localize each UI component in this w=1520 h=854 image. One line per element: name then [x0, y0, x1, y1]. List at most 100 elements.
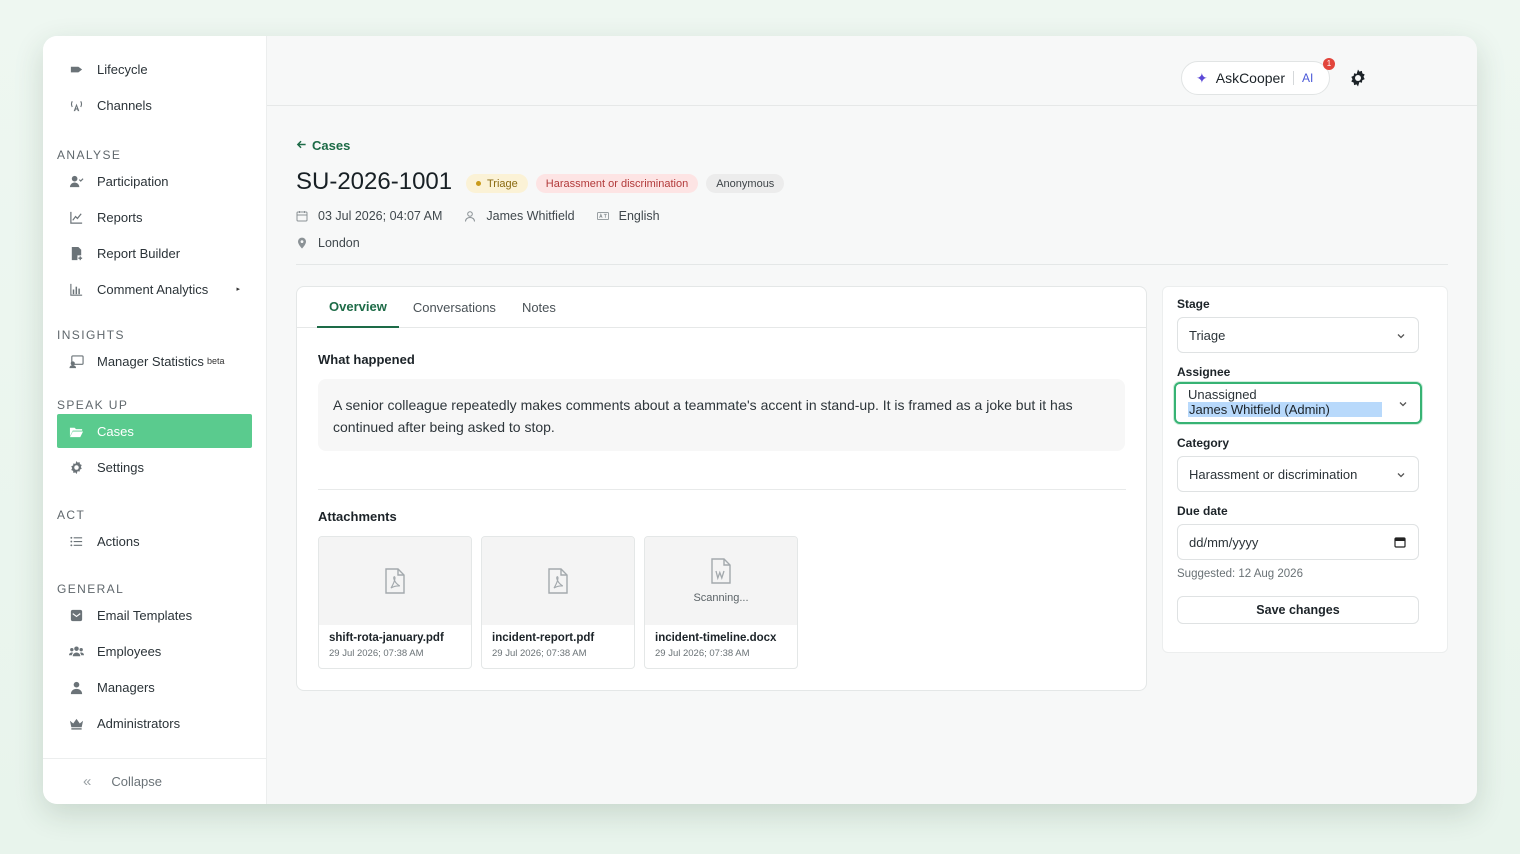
- case-meta: 03 Jul 2026; 04:07 AM James Whitfield En…: [296, 209, 682, 223]
- stage-badge: Triage: [466, 174, 528, 193]
- sidebar-item-label: Actions: [97, 533, 140, 549]
- sidebar-item-label: Reports: [97, 209, 143, 225]
- attachment-date: 29 Jul 2026; 07:38 AM: [655, 648, 750, 659]
- list-icon: [67, 532, 85, 550]
- sidebar-item-label: Employees: [97, 643, 162, 659]
- attachment-thumbnail: [319, 537, 471, 625]
- beta-badge: beta: [206, 356, 225, 366]
- sidebar-item-cases[interactable]: Cases: [57, 414, 252, 448]
- sidebar: Lifecycle Channels ANALYSE Participation…: [43, 36, 267, 804]
- sidebar-item-actions[interactable]: Actions: [57, 524, 252, 558]
- assignee-option-unassigned[interactable]: Unassigned: [1188, 387, 1420, 402]
- save-changes-button[interactable]: Save changes: [1177, 596, 1419, 624]
- channels-icon: [67, 96, 85, 114]
- sidebar-item-label: Administrators: [97, 715, 181, 731]
- pdf-file-icon: [548, 568, 568, 594]
- suggested-due-date: Suggested: 12 Aug 2026: [1177, 568, 1303, 580]
- sidebar-item-employees[interactable]: Employees: [57, 634, 252, 668]
- tab-conversations[interactable]: Conversations: [401, 287, 508, 328]
- back-label: Cases: [312, 138, 351, 153]
- sidebar-item-label: Cases: [97, 423, 134, 439]
- user-icon: [67, 678, 85, 696]
- assignee-option-selected[interactable]: James Whitfield (Admin): [1188, 402, 1382, 417]
- top-bar: ✦ AskCooper AI 1 AM: [267, 36, 1477, 106]
- section-label-speak-up: SPEAK UP: [57, 398, 129, 412]
- assignee-select[interactable]: Unassigned James Whitfield (Admin): [1174, 382, 1422, 424]
- sidebar-item-reports[interactable]: Reports: [57, 200, 252, 234]
- header-divider: [296, 264, 1448, 265]
- case-date: 03 Jul 2026; 04:07 AM: [296, 209, 442, 223]
- case-properties-panel: Stage Triage Assignee Unassigned James W…: [1162, 286, 1448, 653]
- case-language-value: English: [618, 209, 660, 223]
- arrow-left-icon: [296, 138, 307, 153]
- attachment-card[interactable]: shift-rota-january.pdf 29 Jul 2026; 07:3…: [318, 536, 472, 669]
- sidebar-item-label: Channels: [97, 97, 152, 113]
- overview-card: Overview Conversations Notes What happen…: [296, 286, 1147, 691]
- back-to-cases-link[interactable]: Cases: [296, 138, 350, 153]
- chevron-right-icon: ▸: [236, 286, 240, 293]
- notification-badge: 1: [1323, 58, 1335, 70]
- case-content: Cases SU-2026-1001 Triage Harassment or …: [296, 106, 1477, 804]
- case-reporter: James Whitfield: [464, 209, 575, 223]
- gear-icon: [67, 458, 85, 476]
- attachment-name: shift-rota-january.pdf: [329, 632, 444, 644]
- anonymity-badge: Anonymous: [706, 174, 785, 193]
- case-language: English: [596, 209, 660, 223]
- stage-badge-label: Triage: [487, 177, 518, 190]
- attachments-heading: Attachments: [318, 509, 397, 524]
- sidebar-item-settings[interactable]: Settings: [57, 450, 252, 484]
- location-pin-icon: [298, 237, 306, 249]
- sidebar-item-label: Participation: [97, 173, 169, 189]
- attachment-card[interactable]: Scanning... incident-timeline.docx 29 Ju…: [644, 536, 798, 669]
- sidebar-item-channels[interactable]: Channels: [57, 88, 252, 122]
- sidebar-item-lifecycle[interactable]: Lifecycle: [57, 52, 252, 86]
- sidebar-item-report-builder[interactable]: Report Builder: [57, 236, 252, 270]
- category-select[interactable]: Harassment or discrimination: [1177, 456, 1419, 492]
- due-date-input[interactable]: dd/mm/yyyy: [1177, 524, 1419, 560]
- category-select-value: Harassment or discrimination: [1189, 466, 1358, 482]
- chevron-down-icon: [1399, 402, 1407, 407]
- crown-icon: [67, 714, 85, 732]
- sidebar-item-label: Settings: [97, 459, 144, 475]
- stage-select-value: Triage: [1189, 327, 1226, 343]
- sidebar-item-comment-analytics[interactable]: Comment Analytics ▸: [57, 272, 252, 306]
- sidebar-item-email-templates[interactable]: Email Templates: [57, 598, 252, 632]
- section-label-analyse: ANALYSE: [57, 148, 122, 162]
- askcooper-label: AskCooper: [1215, 70, 1285, 86]
- attachment-card[interactable]: incident-report.pdf 29 Jul 2026; 07:38 A…: [481, 536, 635, 669]
- sidebar-item-managers[interactable]: Managers: [57, 670, 252, 704]
- language-icon: [596, 212, 609, 220]
- tab-overview[interactable]: Overview: [317, 287, 399, 328]
- case-location-value: London: [318, 236, 360, 250]
- participation-icon: [67, 172, 85, 190]
- comment-analytics-icon: [67, 280, 85, 298]
- attachments-list: shift-rota-january.pdf 29 Jul 2026; 07:3…: [318, 536, 798, 669]
- manager-statistics-icon: [67, 352, 85, 370]
- calendar-icon: [296, 211, 308, 222]
- sidebar-item-administrators[interactable]: Administrators: [57, 706, 252, 740]
- collapse-button[interactable]: « Collapse: [43, 758, 266, 804]
- tab-notes[interactable]: Notes: [510, 287, 568, 328]
- divider: [1293, 71, 1294, 85]
- sidebar-item-manager-statistics[interactable]: Manager Statistics beta: [57, 344, 252, 378]
- word-file-icon: [711, 558, 731, 584]
- settings-gear-icon[interactable]: [1348, 68, 1368, 88]
- chevron-down-icon: [1397, 334, 1405, 339]
- what-happened-heading: What happened: [318, 352, 415, 367]
- scanning-status: Scanning...: [693, 592, 749, 604]
- askcooper-button[interactable]: ✦ AskCooper AI: [1181, 61, 1330, 95]
- stage-label: Stage: [1177, 297, 1210, 311]
- sidebar-item-label: Report Builder: [97, 245, 181, 261]
- users-icon: [67, 642, 85, 660]
- double-chevron-left-icon: «: [83, 773, 92, 790]
- sidebar-item-label: Email Templates: [97, 607, 193, 623]
- sidebar-item-participation[interactable]: Participation: [57, 164, 252, 198]
- attachment-date: 29 Jul 2026; 07:38 AM: [492, 648, 587, 659]
- attachment-date: 29 Jul 2026; 07:38 AM: [329, 648, 424, 659]
- status-dot-icon: [476, 181, 481, 186]
- pdf-file-icon: [385, 568, 405, 594]
- app-window: Lifecycle Channels ANALYSE Participation…: [43, 36, 1477, 804]
- case-date-value: 03 Jul 2026; 04:07 AM: [318, 209, 443, 223]
- lifecycle-icon: [67, 60, 85, 78]
- stage-select[interactable]: Triage: [1177, 317, 1419, 353]
